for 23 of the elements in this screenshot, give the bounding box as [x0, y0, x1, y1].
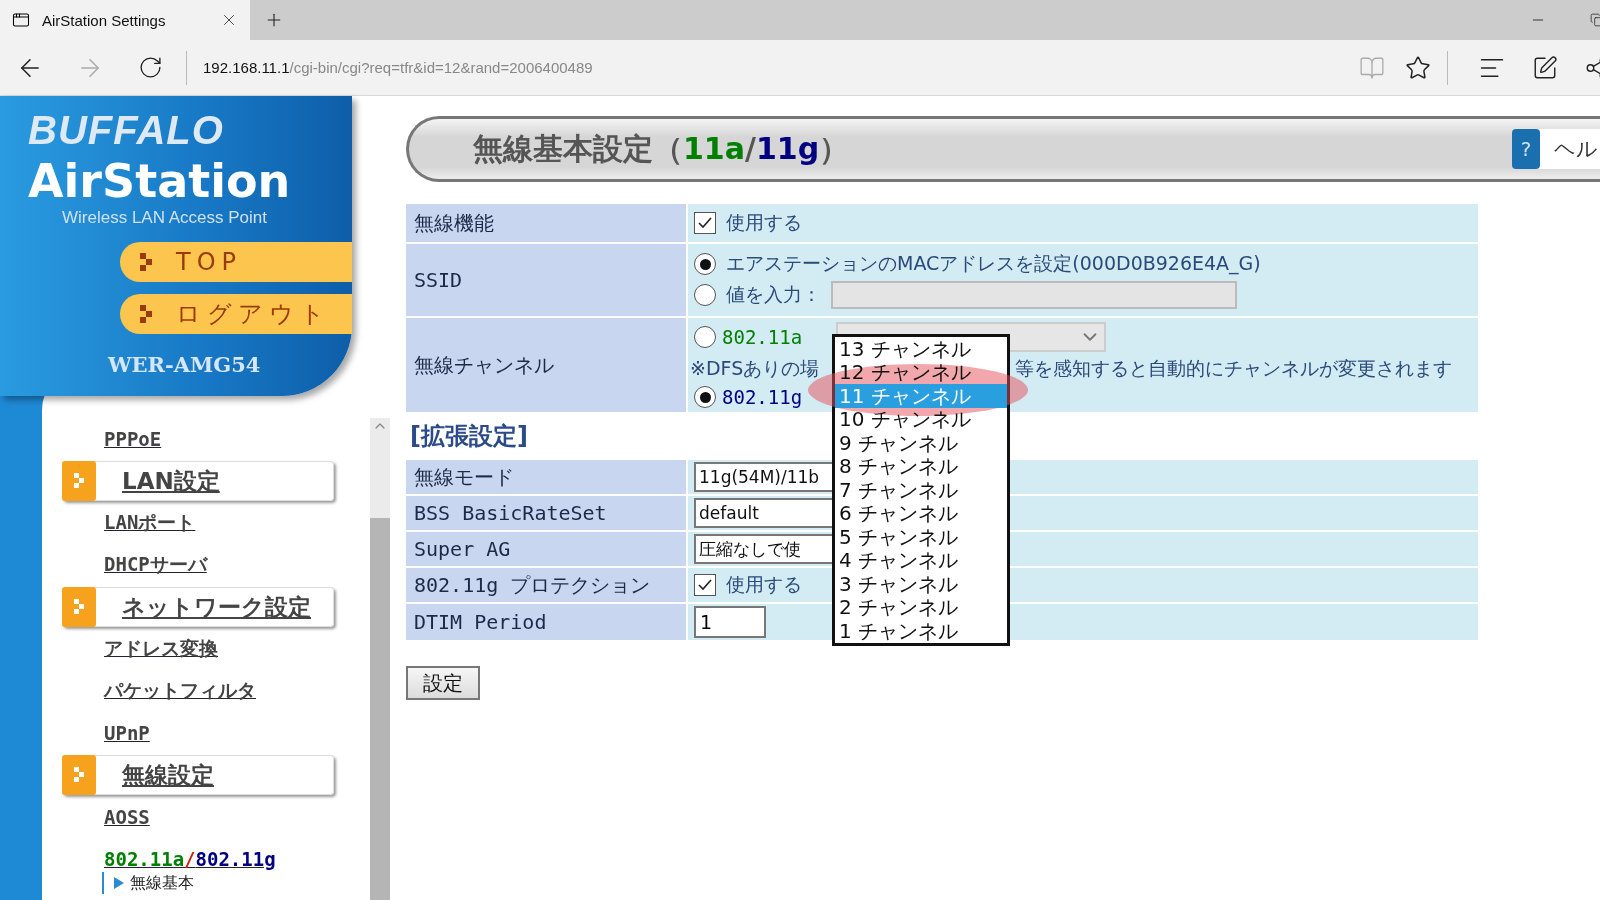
product-logo: AirStation [28, 154, 291, 208]
option-label: 使用する [726, 572, 802, 597]
band-label: 802.11g [722, 386, 803, 408]
brand-logo: BUFFALO [28, 110, 224, 150]
field-label: DTIM Period [414, 610, 547, 634]
channel-note: ※DFSありの場 [690, 356, 820, 381]
section-heading: [拡張設定] [410, 421, 528, 452]
model-name: WER-AMG54 [108, 352, 261, 377]
field-label: 無線チャンネル [414, 351, 554, 379]
field-label: 無線モード [414, 463, 514, 491]
field-label: Super AG [414, 537, 511, 561]
channel-note: 等を感知すると自動的にチャンネルが変更されます [1015, 356, 1453, 381]
band-label: 802.11a [722, 326, 803, 348]
tagline: Wireless LAN Access Point [62, 208, 267, 228]
option-label: 使用する [726, 210, 802, 235]
option-label: 値を入力： [726, 282, 821, 307]
option-label: エアステーションのMACアドレスを設定(000D0B926E4A_G) [726, 251, 1261, 277]
help-icon: ? [1512, 129, 1540, 169]
field-label: SSID [414, 268, 463, 292]
field-label: 802.11g プロテクション [414, 571, 651, 599]
page-title: 無線基本設定（11a/11g） [473, 129, 851, 168]
field-label: BSS BasicRateSet [414, 501, 607, 525]
field-label: 無線機能 [414, 209, 494, 237]
